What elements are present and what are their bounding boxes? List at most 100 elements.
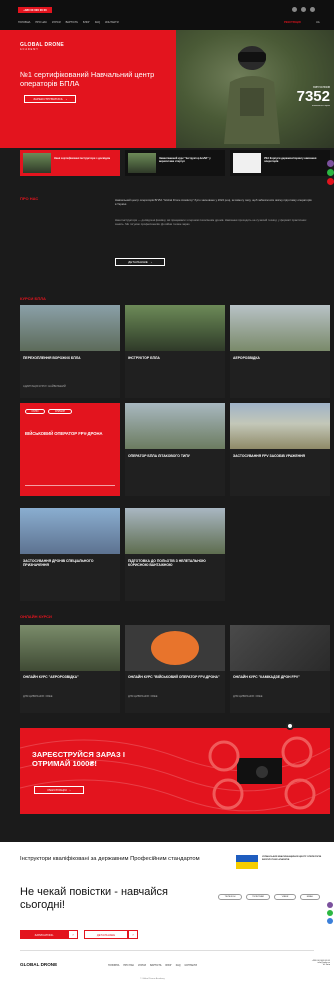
cta-primary-button[interactable]: ЗАПИСАТИСЬ	[20, 930, 68, 939]
course-image	[20, 508, 120, 554]
social-icons	[292, 7, 315, 12]
course-card[interactable]: АЕРОРОЗВІДКА	[230, 305, 330, 398]
footer-logo-text: GLOBAL DRONE	[20, 962, 58, 967]
viber-pill[interactable]: VIBER	[274, 894, 296, 900]
footer-nav: ГОЛОВНА ПРО НАС КУРСИ ВАРТІСТЬ БЛОГ FAQ …	[108, 964, 197, 967]
course-title: ОПЕРАТОР БПЛА ЛІТАКОВОГО ТИПУ	[128, 454, 190, 458]
footer-link-courses[interactable]: КУРСИ	[138, 964, 146, 967]
course-image	[20, 305, 120, 351]
course-meta: ДЛЯ ЦИВІЛЬНИХ: FREE	[233, 695, 263, 698]
instagram-icon[interactable]	[301, 7, 306, 12]
cta-title: Не чекай повістки - навчайся сьогодні!	[20, 886, 168, 911]
course-card[interactable]: ПЕРЕХОПЛЕННЯ ВОРОЖИХ БПЛА АДАПТАЦІЯ КУРС…	[20, 305, 120, 398]
course-title: ПІДГОТОВКА ДО ПОЛЬОТІВ З НЕЛЕТАЛЬНОЮ КОР…	[128, 559, 206, 567]
courses-heading: КУРСИ БПЛА	[20, 296, 46, 301]
cert-title: Інструктори кваліфіковані за державним П…	[20, 856, 200, 862]
course-card[interactable]: ПІДГОТОВКА ДО ПОЛЬОТІВ З НЕЛЕТАЛЬНОЮ КОР…	[125, 508, 225, 601]
whatsapp-icon[interactable]	[327, 910, 333, 916]
phone-pill[interactable]: ТЕЛЕФОН	[218, 894, 242, 900]
cta-secondary-arrow[interactable]: ›	[128, 930, 138, 939]
nav-courses[interactable]: КУРСИ	[52, 21, 61, 24]
footer-link-about[interactable]: ПРО НАС	[123, 964, 134, 967]
banner-register-label: РЕЄСТРАЦІЯ	[47, 788, 67, 792]
news-card[interactable]: Завантажений курс "Інструктор БпЛА" у ве…	[125, 150, 225, 176]
tag-offline: ОЧНО	[25, 409, 45, 414]
news-thumb	[128, 153, 156, 173]
course-card[interactable]: ОПЕРАТОР БПЛА ЛІТАКОВОГО ТИПУ	[125, 403, 225, 496]
course-card[interactable]: ІНСТРУКТОР БПЛА	[125, 305, 225, 398]
helipad-graphic	[151, 631, 199, 665]
course-image	[230, 625, 330, 671]
viber-icon[interactable]	[327, 902, 333, 908]
online-heading: ОНЛАЙН КУРСИ	[20, 614, 52, 619]
course-title: ОНЛАЙН КУРС "КАМІКАДЗЕ ДРОН FPV"	[233, 675, 300, 679]
course-card[interactable]: ЗАСТОСУВАННЯ ДРОНІВ СПЕЦІАЛЬНОГО ПРИЗНАЧ…	[20, 508, 120, 601]
fpv-drone-illustration	[208, 736, 316, 810]
hero: GLOBAL DRONE ACADEMY №1 сертифікований Н…	[0, 30, 334, 148]
course-image	[230, 305, 330, 351]
nav-blog[interactable]: БЛОГ	[83, 21, 90, 24]
cert-agency: УКРАЇНСЬКИЙ КВАЛІФІКАЦІЙНИЙ ЦЕНТР ОПЕРАТ…	[262, 856, 322, 861]
online-course-card[interactable]: ОНЛАЙН КУРС "ВІЙСЬКОВИЙ ОПЕРАТОР FPV-ДРО…	[125, 625, 225, 713]
cta-primary-label: ЗАПИСАТИСЬ	[34, 932, 54, 937]
counter-value: 7352	[296, 88, 330, 105]
telegram-pill[interactable]: ТЕЛЕГРАМ	[246, 894, 270, 900]
footer-link-contacts[interactable]: КОНТАКТИ	[185, 964, 198, 967]
hero-register-label: ЗАРЕЄСТРУВАТИСЬ	[33, 97, 63, 101]
arrow-right-icon: ›	[150, 260, 152, 264]
course-card[interactable]: ЗАСТОСУВАННЯ FPV ЗАСОБІВ УРАЖЕННЯ	[230, 403, 330, 496]
hero-register-button[interactable]: ЗАРЕЄСТРУВАТИСЬ ›	[24, 95, 76, 103]
footer-link-blog[interactable]: БЛОГ	[165, 964, 171, 967]
course-image	[125, 403, 225, 449]
news-title: Наші сертифіковані інструктори з досвідо…	[54, 157, 111, 160]
viber-icon[interactable]	[327, 160, 334, 167]
nav-contacts[interactable]: КОНТАКТИ	[105, 21, 119, 24]
online-course-card[interactable]: ОНЛАЙН КУРС "КАМІКАДЗЕ ДРОН FPV" ДЛЯ ЦИВ…	[230, 625, 330, 713]
course-title: ОНЛАЙН КУРС "АЕРОРОЗВІДКА"	[23, 675, 79, 679]
about-more-button[interactable]: ДЕТАЛЬНІШЕ ›	[115, 258, 165, 266]
language-switch[interactable]: UA	[316, 21, 320, 24]
main-nav: ГОЛОВНА ПРО НАС КУРСИ ВАРТІСТЬ БЛОГ FAQ …	[18, 21, 119, 24]
hero-logo-sub: ACADEMY	[20, 48, 39, 51]
nav-faq[interactable]: FAQ	[95, 21, 100, 24]
footer-link-faq[interactable]: FAQ	[176, 964, 181, 967]
news-card[interactable]: Наші сертифіковані інструктори з досвідо…	[20, 150, 120, 176]
telegram-icon[interactable]	[327, 918, 333, 924]
nav-home[interactable]: ГОЛОВНА	[18, 21, 30, 24]
course-title: ВІЙСЬКОВИЙ ОПЕРАТОР FPV-ДРОНА	[25, 431, 103, 436]
whatsapp-icon[interactable]	[327, 169, 334, 176]
news-title: УКА Корпуси держмоніторингу навчання опе…	[264, 157, 317, 164]
footer-contacts: +380 00 000 00 00 info@gda.ua м. Київ	[290, 960, 330, 966]
footer-logo[interactable]: GLOBAL DRONE	[20, 962, 57, 967]
youtube-icon[interactable]	[310, 7, 315, 12]
footer-link-price[interactable]: ВАРТІСТЬ	[150, 964, 161, 967]
course-card-featured[interactable]: ОЧНО ОНЛАЙН ВІЙСЬКОВИЙ ОПЕРАТОР FPV-ДРОН…	[20, 403, 120, 496]
nav-price[interactable]: ВАРТІСТЬ	[66, 21, 78, 24]
course-title: АЕРОРОЗВІДКА	[233, 356, 260, 360]
counter-sub: навчаються зараз	[311, 105, 330, 107]
email-pill[interactable]: EMAIL	[300, 894, 320, 900]
about-text-2: Наші інструктори — досвідчені фахівці, я…	[115, 218, 307, 227]
course-title: ЗАСТОСУВАННЯ ДРОНІВ СПЕЦІАЛЬНОГО ПРИЗНАЧ…	[23, 559, 94, 567]
about-heading: ПРО НАС	[20, 196, 39, 201]
course-image	[230, 403, 330, 449]
cta-secondary-button[interactable]: ДЕТАЛЬНІШЕ	[84, 930, 128, 939]
online-course-card[interactable]: ОНЛАЙН КУРС "АЕРОРОЗВІДКА" ДЛЯ ЦИВІЛЬНИХ…	[20, 625, 120, 713]
footer-link-home[interactable]: ГОЛОВНА	[108, 964, 119, 967]
banner-register-button[interactable]: РЕЄСТРАЦІЯ ›	[34, 786, 84, 794]
news-card[interactable]: УКА Корпуси держмоніторингу навчання опе…	[230, 150, 330, 176]
course-meta: ДЛЯ ЦИВІЛЬНИХ: FREE	[128, 695, 158, 698]
nav-about[interactable]: ПРО НАС	[35, 21, 47, 24]
banner-title: ЗАРЕЄСТРУЙСЯ ЗАРАЗ І ОТРИМАЙ 1000₴!	[32, 750, 126, 768]
register-link[interactable]: РЕЄСТРАЦІЯ	[284, 21, 301, 24]
phone-badge[interactable]: +380 00 000 00 00	[18, 7, 52, 13]
cta-primary-arrow[interactable]: ›	[68, 930, 78, 939]
tag-online: ОНЛАЙН	[48, 409, 72, 414]
facebook-icon[interactable]	[292, 7, 297, 12]
course-tags: ОЧНО ОНЛАЙН	[25, 409, 72, 414]
news-thumb	[23, 153, 51, 173]
course-image	[125, 625, 225, 671]
course-title: ПЕРЕХОПЛЕННЯ ВОРОЖИХ БПЛА	[23, 356, 81, 360]
hero-logo[interactable]: GLOBAL DRONE ACADEMY	[20, 42, 64, 51]
ukraine-flag-icon	[236, 855, 258, 869]
